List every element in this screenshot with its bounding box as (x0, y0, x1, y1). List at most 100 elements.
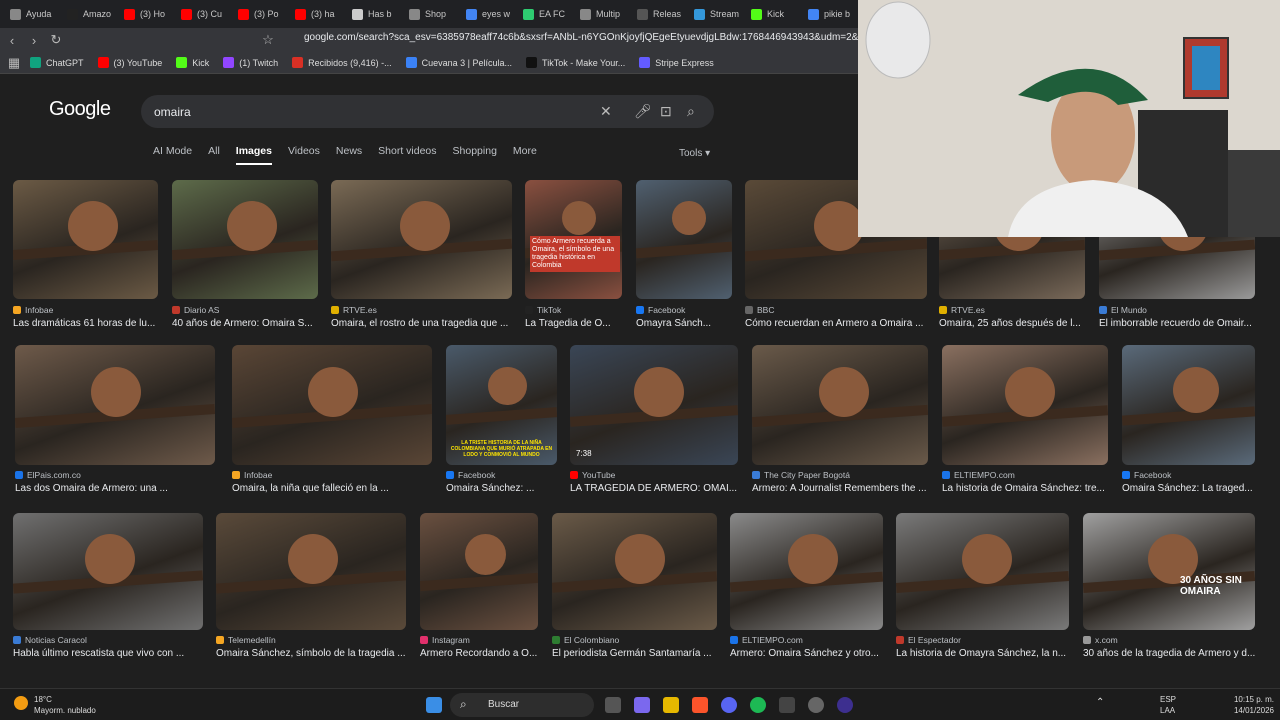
bookmark-item[interactable]: ChatGPT (30, 57, 84, 68)
obs-icon[interactable] (837, 697, 853, 713)
result-title[interactable]: La historia de Omaira Sánchez: tre... (942, 483, 1120, 494)
lens-icon[interactable]: ⊡ (660, 103, 672, 120)
result-image[interactable] (552, 513, 717, 630)
result-source[interactable]: El Mundo (1099, 305, 1147, 315)
result-image[interactable] (13, 513, 203, 630)
search-icon[interactable]: ⌕ (687, 103, 695, 120)
brave-browser-icon[interactable] (692, 697, 708, 713)
browser-tab[interactable]: eyes w (460, 3, 517, 25)
result-source[interactable]: The City Paper Bogotá (752, 470, 850, 480)
browser-tab[interactable]: (3) Cu (175, 3, 232, 25)
result-source[interactable]: Facebook (636, 305, 685, 315)
windows-start-icon[interactable] (426, 697, 442, 713)
forward-icon[interactable]: › (24, 33, 44, 48)
search-input[interactable]: omaira ✕ 🎤︎ ⊡ ⌕ (141, 95, 714, 128)
result-image[interactable] (331, 180, 512, 299)
result-title[interactable]: 40 años de Armero: Omaira S... (172, 318, 330, 329)
result-title[interactable]: 30 años de la tragedia de Armero y d... (1083, 648, 1267, 659)
result-title[interactable]: Omaira, el rostro de una tragedia que ..… (331, 318, 524, 329)
result-source[interactable]: RTVE.es (331, 305, 377, 315)
result-source[interactable]: ELTIEMPO.com (730, 635, 803, 645)
bookmark-item[interactable]: TikTok - Make Your... (526, 57, 625, 68)
google-logo[interactable]: Google (49, 98, 111, 121)
result-image[interactable] (1083, 513, 1255, 630)
result-image[interactable] (216, 513, 406, 630)
url-field[interactable]: google.com/search?sca_esv=6385978eaff74c… (286, 32, 866, 48)
copilot-icon[interactable] (634, 697, 650, 713)
result-title[interactable]: Omayra Sánch... (636, 318, 744, 329)
browser-tab[interactable]: Amazo (61, 3, 118, 25)
result-title[interactable]: Cómo recuerdan en Armero a Omaira ... (745, 318, 939, 329)
browser-tab[interactable]: EA FC (517, 3, 574, 25)
tray-expand-icon[interactable]: ⌃ (1096, 697, 1106, 713)
reload-icon[interactable]: ↻ (46, 32, 66, 48)
weather-widget[interactable]: 18°C Mayorm. nublado (14, 694, 96, 716)
result-image[interactable] (1122, 345, 1255, 465)
result-source[interactable]: Infobae (232, 470, 272, 480)
result-title[interactable]: Armero: A Journalist Remembers the ... (752, 483, 940, 494)
result-source[interactable]: Telemedellín (216, 635, 276, 645)
file-explorer-icon[interactable] (663, 697, 679, 713)
bookmark-item[interactable]: Recibidos (9,416) -... (292, 57, 392, 68)
mic-icon[interactable]: 🎤︎ (634, 103, 652, 120)
result-image[interactable] (15, 345, 215, 465)
result-image[interactable] (420, 513, 538, 630)
result-image[interactable] (232, 345, 432, 465)
result-image[interactable] (752, 345, 928, 465)
bookmark-star-icon[interactable]: ☆ (258, 32, 278, 48)
filter-tab-all[interactable]: All (208, 145, 220, 165)
browser-tab[interactable]: (3) Ho (118, 3, 175, 25)
taskbar-search[interactable]: ⌕ Buscar (450, 693, 594, 717)
result-source[interactable]: El Espectador (896, 635, 961, 645)
result-source[interactable]: YouTube (570, 470, 615, 480)
filter-tab-ai-mode[interactable]: AI Mode (153, 145, 192, 165)
result-source[interactable]: El Colombiano (552, 635, 619, 645)
bookmark-item[interactable]: (3) YouTube (97, 57, 162, 68)
browser-tab[interactable]: Releas (631, 3, 688, 25)
result-image[interactable] (570, 345, 738, 465)
result-source[interactable]: ElPais.com.co (15, 470, 81, 480)
result-title[interactable]: Omaira, la niña que falleció en la ... (232, 483, 444, 494)
result-title[interactable]: Las dos Omaira de Armero: una ... (15, 483, 227, 494)
clear-icon[interactable]: ✕ (600, 103, 612, 120)
filter-tab-videos[interactable]: Videos (288, 145, 320, 165)
spotify-icon[interactable] (750, 697, 766, 713)
task-view-icon[interactable] (605, 697, 621, 713)
browser-tab[interactable]: (3) ha (289, 3, 346, 25)
bookmark-item[interactable]: (1) Twitch (223, 57, 278, 68)
result-title[interactable]: Armero: Omaira Sánchez y otro... (730, 648, 895, 659)
result-source[interactable]: Infobae (13, 305, 53, 315)
result-title[interactable]: Las dramáticas 61 horas de lu... (13, 318, 170, 329)
result-image[interactable] (172, 180, 318, 299)
tools-button[interactable]: Tools ▾ (679, 148, 710, 159)
browser-tab[interactable]: Multip (574, 3, 631, 25)
result-image[interactable] (942, 345, 1108, 465)
result-source[interactable]: x.com (1083, 635, 1118, 645)
result-title[interactable]: El imborrable recuerdo de Omair... (1099, 318, 1267, 329)
result-title[interactable]: Omaira, 25 años después de l... (939, 318, 1097, 329)
browser-tab[interactable]: Stream (688, 3, 745, 25)
result-image[interactable] (13, 180, 158, 299)
result-source[interactable]: Facebook (446, 470, 495, 480)
filter-tab-shopping[interactable]: Shopping (453, 145, 497, 165)
taskbar-clock[interactable]: 10:15 p. m. 14/01/2026 (1224, 694, 1274, 716)
bookmark-item[interactable]: Cuevana 3 | Película... (405, 57, 512, 68)
filter-tab-short-videos[interactable]: Short videos (378, 145, 436, 165)
browser-tab[interactable]: Has b (346, 3, 403, 25)
result-title[interactable]: Armero Recordando a O... (420, 648, 550, 659)
browser-tab[interactable]: (3) Po (232, 3, 289, 25)
result-source[interactable]: TikTok (525, 305, 561, 315)
browser-tab[interactable]: Ayuda (4, 3, 61, 25)
browser-tab[interactable]: Kick (745, 3, 802, 25)
result-source[interactable]: ELTIEMPO.com (942, 470, 1015, 480)
filter-tab-news[interactable]: News (336, 145, 362, 165)
steam-icon[interactable] (808, 697, 824, 713)
audio-app-icon[interactable] (779, 697, 795, 713)
result-image[interactable] (896, 513, 1069, 630)
result-source[interactable]: RTVE.es (939, 305, 985, 315)
filter-tab-more[interactable]: More (513, 145, 537, 165)
result-title[interactable]: LA TRAGEDIA DE ARMERO: OMAI... (570, 483, 750, 494)
result-title[interactable]: Omaira Sánchez: La traged... (1122, 483, 1267, 494)
bookmark-item[interactable]: Kick (176, 57, 209, 68)
filter-tab-images[interactable]: Images (235, 145, 272, 165)
